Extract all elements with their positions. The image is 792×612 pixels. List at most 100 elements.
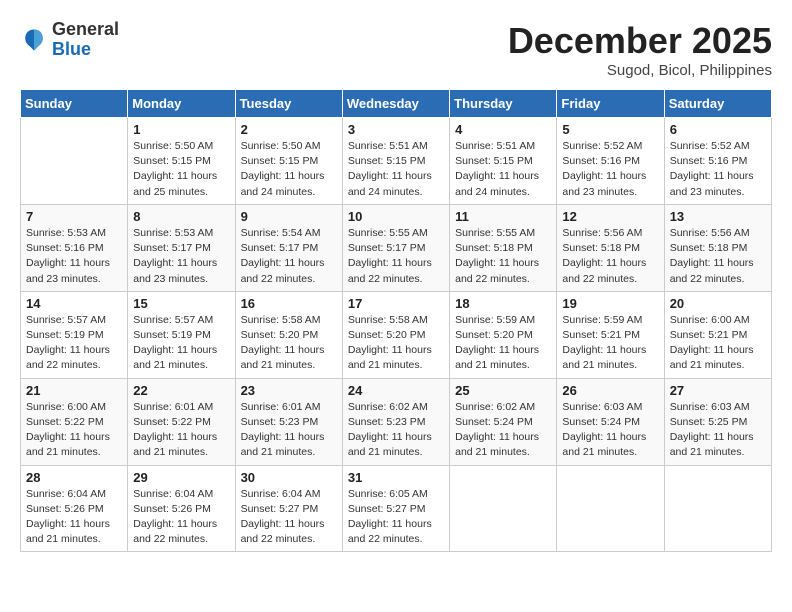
- calendar-cell: 21 Sunrise: 6:00 AMSunset: 5:22 PMDayligh…: [21, 378, 128, 465]
- day-info: Sunrise: 6:04 AMSunset: 5:27 PMDaylight:…: [241, 487, 337, 548]
- calendar-table: SundayMondayTuesdayWednesdayThursdayFrid…: [20, 89, 772, 552]
- day-number: 26: [562, 383, 658, 398]
- day-number: 9: [241, 209, 337, 224]
- weekday-header-saturday: Saturday: [664, 90, 771, 118]
- calendar-cell: 18Sunrise: 5:59 AMSunset: 5:20 PMDayligh…: [450, 291, 557, 378]
- day-info: Sunrise: 5:50 AMSunset: 5:15 PMDaylight:…: [241, 139, 337, 200]
- day-number: 8: [133, 209, 229, 224]
- calendar-week-4: 21 Sunrise: 6:00 AMSunset: 5:22 PMDayligh…: [21, 378, 772, 465]
- day-info: Sunrise: 5:58 AMSunset: 5:20 PMDaylight:…: [348, 313, 444, 374]
- day-number: 17: [348, 296, 444, 311]
- day-info: Sunrise: 5:59 AMSunset: 5:20 PMDaylight:…: [455, 313, 551, 374]
- calendar-week-2: 7 Sunrise: 5:53 AMSunset: 5:16 PMDaylight…: [21, 204, 772, 291]
- day-info: Sunrise: 6:03 AMSunset: 5:25 PMDaylight:…: [670, 400, 766, 461]
- day-number: 31: [348, 470, 444, 485]
- day-number: 11: [455, 209, 551, 224]
- day-info: Sunrise: 5:53 AMSunset: 5:17 PMDaylight:…: [133, 226, 229, 287]
- day-number: 4: [455, 122, 551, 137]
- day-info: Sunrise: 5:54 AMSunset: 5:17 PMDaylight:…: [241, 226, 337, 287]
- day-info: Sunrise: 6:00 AMSunset: 5:22 PMDaylight:…: [26, 400, 122, 461]
- day-info: Sunrise: 5:53 AMSunset: 5:16 PMDaylight:…: [26, 226, 122, 287]
- day-number: 22: [133, 383, 229, 398]
- day-info: Sunrise: 6:01 AMSunset: 5:23 PMDaylight:…: [241, 400, 337, 461]
- calendar-cell: 4 Sunrise: 5:51 AMSunset: 5:15 PMDaylight…: [450, 118, 557, 205]
- calendar-cell: 11 Sunrise: 5:55 AMSunset: 5:18 PMDayligh…: [450, 204, 557, 291]
- calendar-cell: 2 Sunrise: 5:50 AMSunset: 5:15 PMDaylight…: [235, 118, 342, 205]
- day-number: 7: [26, 209, 122, 224]
- logo: General Blue: [20, 20, 119, 60]
- calendar-cell: 29Sunrise: 6:04 AMSunset: 5:26 PMDayligh…: [128, 465, 235, 552]
- day-number: 3: [348, 122, 444, 137]
- calendar-cell: 14Sunrise: 5:57 AMSunset: 5:19 PMDayligh…: [21, 291, 128, 378]
- day-number: 24: [348, 383, 444, 398]
- weekday-header-monday: Monday: [128, 90, 235, 118]
- day-number: 21: [26, 383, 122, 398]
- day-info: Sunrise: 6:02 AMSunset: 5:23 PMDaylight:…: [348, 400, 444, 461]
- location-subtitle: Sugod, Bicol, Philippines: [508, 62, 772, 79]
- calendar-cell: [21, 118, 128, 205]
- weekday-header-friday: Friday: [557, 90, 664, 118]
- calendar-week-5: 28 Sunrise: 6:04 AMSunset: 5:26 PMDayligh…: [21, 465, 772, 552]
- calendar-cell: [450, 465, 557, 552]
- calendar-cell: 3Sunrise: 5:51 AMSunset: 5:15 PMDaylight…: [342, 118, 449, 205]
- calendar-cell: 12 Sunrise: 5:56 AMSunset: 5:18 PMDayligh…: [557, 204, 664, 291]
- day-info: Sunrise: 6:05 AMSunset: 5:27 PMDaylight:…: [348, 487, 444, 548]
- day-number: 28: [26, 470, 122, 485]
- day-number: 29: [133, 470, 229, 485]
- day-info: Sunrise: 5:55 AMSunset: 5:18 PMDaylight:…: [455, 226, 551, 287]
- day-number: 16: [241, 296, 337, 311]
- weekday-header-sunday: Sunday: [21, 90, 128, 118]
- weekday-header-wednesday: Wednesday: [342, 90, 449, 118]
- day-number: 2: [241, 122, 337, 137]
- day-number: 30: [241, 470, 337, 485]
- day-info: Sunrise: 6:03 AMSunset: 5:24 PMDaylight:…: [562, 400, 658, 461]
- day-info: Sunrise: 6:04 AMSunset: 5:26 PMDaylight:…: [26, 487, 122, 548]
- day-info: Sunrise: 5:56 AMSunset: 5:18 PMDaylight:…: [562, 226, 658, 287]
- month-title: December 2025: [508, 20, 772, 62]
- day-info: Sunrise: 6:01 AMSunset: 5:22 PMDaylight:…: [133, 400, 229, 461]
- calendar-cell: [557, 465, 664, 552]
- calendar-cell: 7 Sunrise: 5:53 AMSunset: 5:16 PMDaylight…: [21, 204, 128, 291]
- page-header: General Blue December 2025 Sugod, Bicol,…: [20, 20, 772, 79]
- day-info: Sunrise: 5:58 AMSunset: 5:20 PMDaylight:…: [241, 313, 337, 374]
- calendar-week-3: 14 Sunrise: 5:57 AMSunset: 5:19 PMDayligh…: [21, 291, 772, 378]
- day-number: 10: [348, 209, 444, 224]
- calendar-cell: 6 Sunrise: 5:52 AMSunset: 5:16 PMDaylight…: [664, 118, 771, 205]
- calendar-cell: 20Sunrise: 6:00 AMSunset: 5:21 PMDayligh…: [664, 291, 771, 378]
- day-number: 6: [670, 122, 766, 137]
- calendar-cell: 10 Sunrise: 5:55 AMSunset: 5:17 PMDayligh…: [342, 204, 449, 291]
- day-number: 23: [241, 383, 337, 398]
- calendar-cell: 19 Sunrise: 5:59 AMSunset: 5:21 PMDayligh…: [557, 291, 664, 378]
- calendar-cell: 23 Sunrise: 6:01 AMSunset: 5:23 PMDayligh…: [235, 378, 342, 465]
- day-number: 14: [26, 296, 122, 311]
- day-info: Sunrise: 5:57 AMSunset: 5:19 PMDaylight:…: [133, 313, 229, 374]
- title-section: December 2025 Sugod, Bicol, Philippines: [508, 20, 772, 79]
- day-number: 5: [562, 122, 658, 137]
- calendar-cell: 16 Sunrise: 5:58 AMSunset: 5:20 PMDayligh…: [235, 291, 342, 378]
- logo-text: General Blue: [52, 20, 119, 60]
- day-number: 1: [133, 122, 229, 137]
- calendar-cell: 1 Sunrise: 5:50 AMSunset: 5:15 PMDaylight…: [128, 118, 235, 205]
- day-info: Sunrise: 5:50 AMSunset: 5:15 PMDaylight:…: [133, 139, 229, 200]
- day-info: Sunrise: 5:51 AMSunset: 5:15 PMDaylight:…: [455, 139, 551, 200]
- day-number: 12: [562, 209, 658, 224]
- day-number: 27: [670, 383, 766, 398]
- calendar-cell: 28 Sunrise: 6:04 AMSunset: 5:26 PMDayligh…: [21, 465, 128, 552]
- day-info: Sunrise: 5:59 AMSunset: 5:21 PMDaylight:…: [562, 313, 658, 374]
- day-number: 19: [562, 296, 658, 311]
- day-number: 25: [455, 383, 551, 398]
- calendar-cell: 17 Sunrise: 5:58 AMSunset: 5:20 PMDayligh…: [342, 291, 449, 378]
- weekday-header-thursday: Thursday: [450, 90, 557, 118]
- day-number: 13: [670, 209, 766, 224]
- logo-icon: [20, 26, 48, 54]
- calendar-cell: 26 Sunrise: 6:03 AMSunset: 5:24 PMDayligh…: [557, 378, 664, 465]
- calendar-cell: 24 Sunrise: 6:02 AMSunset: 5:23 PMDayligh…: [342, 378, 449, 465]
- calendar-cell: 25 Sunrise: 6:02 AMSunset: 5:24 PMDayligh…: [450, 378, 557, 465]
- day-info: Sunrise: 6:02 AMSunset: 5:24 PMDaylight:…: [455, 400, 551, 461]
- calendar-cell: 5Sunrise: 5:52 AMSunset: 5:16 PMDaylight…: [557, 118, 664, 205]
- day-info: Sunrise: 6:00 AMSunset: 5:21 PMDaylight:…: [670, 313, 766, 374]
- day-info: Sunrise: 5:52 AMSunset: 5:16 PMDaylight:…: [670, 139, 766, 200]
- calendar-cell: 31 Sunrise: 6:05 AMSunset: 5:27 PMDayligh…: [342, 465, 449, 552]
- day-info: Sunrise: 5:55 AMSunset: 5:17 PMDaylight:…: [348, 226, 444, 287]
- calendar-cell: 8 Sunrise: 5:53 AMSunset: 5:17 PMDaylight…: [128, 204, 235, 291]
